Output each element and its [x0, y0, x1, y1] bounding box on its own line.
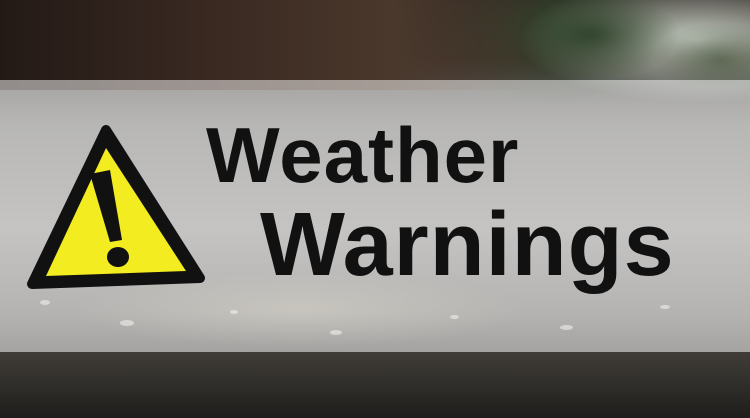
warning-triangle-icon [27, 125, 205, 289]
headline-weather: Weather [206, 111, 520, 199]
rainy-street-photo: Weather Warnings [0, 0, 750, 418]
brick-wall-background [0, 0, 560, 90]
headline-warnings: Warnings [260, 195, 675, 295]
dark-pavement-foreground [0, 352, 750, 418]
trees-background [520, 0, 750, 85]
